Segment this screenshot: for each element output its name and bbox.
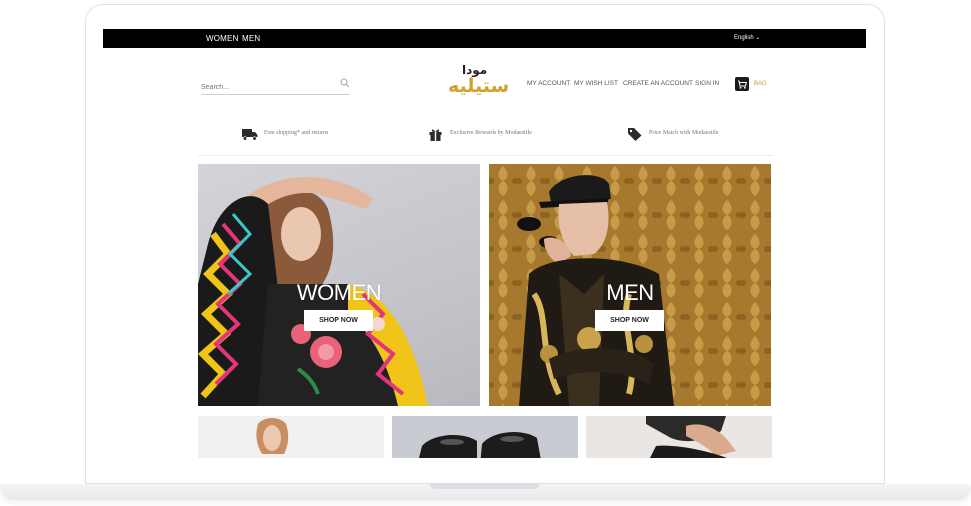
model-photo-tile-3 bbox=[646, 416, 736, 458]
header-divider bbox=[198, 155, 773, 156]
sign-in-link[interactable]: SIGN IN bbox=[695, 80, 719, 87]
benefit-text: Price Match with Modaestile bbox=[649, 130, 719, 136]
model-photo-tile-1 bbox=[256, 418, 289, 454]
shop-now-women-button[interactable]: SHOP NOW bbox=[304, 310, 373, 331]
create-account-link[interactable]: CREATE AN ACCOUNT bbox=[623, 80, 693, 87]
hero-men-banner[interactable]: MEN SHOP NOW bbox=[489, 164, 771, 406]
category-tile-1[interactable] bbox=[198, 416, 384, 458]
hero-women-title: WOMEN bbox=[296, 280, 382, 305]
category-tile-3[interactable] bbox=[586, 416, 772, 458]
hero-men-title: MEN bbox=[606, 280, 654, 305]
site-logo[interactable]: مودا ستيليه bbox=[448, 63, 509, 101]
cart-label[interactable]: BAG bbox=[754, 81, 767, 87]
logo-text-main: ستيليه bbox=[448, 75, 510, 97]
nav-link-women[interactable]: WOMEN bbox=[206, 34, 239, 43]
truck-icon bbox=[242, 129, 258, 141]
laptop-notch bbox=[430, 484, 540, 489]
cart-icon[interactable] bbox=[735, 77, 749, 91]
price-tag-icon bbox=[628, 128, 642, 141]
search-bar bbox=[201, 76, 350, 95]
shoes-photo-tile-2 bbox=[419, 432, 541, 458]
category-tile-2[interactable] bbox=[392, 416, 578, 458]
my-account-link[interactable]: MY ACCOUNT bbox=[527, 80, 570, 87]
benefit-text: Free shipping* and returns bbox=[264, 130, 329, 136]
website-screen: WOMEN MEN English ⌄ مودا ستيليه MY ACCOU… bbox=[103, 29, 866, 458]
my-wish-list-link[interactable]: MY WISH LIST bbox=[574, 80, 618, 87]
search-input[interactable] bbox=[201, 81, 331, 91]
hero-women-banner[interactable]: WOMEN SHOP NOW bbox=[198, 164, 480, 406]
language-selector[interactable]: English ⌄ bbox=[734, 34, 760, 41]
nav-link-men[interactable]: MEN bbox=[242, 34, 260, 43]
shop-now-men-button[interactable]: SHOP NOW bbox=[595, 310, 664, 331]
gift-icon bbox=[429, 129, 442, 141]
benefit-text: Exclusive Rewards by Modaestile bbox=[450, 130, 532, 136]
search-icon[interactable] bbox=[340, 78, 350, 88]
top-nav-bar: WOMEN MEN English ⌄ bbox=[103, 29, 866, 48]
